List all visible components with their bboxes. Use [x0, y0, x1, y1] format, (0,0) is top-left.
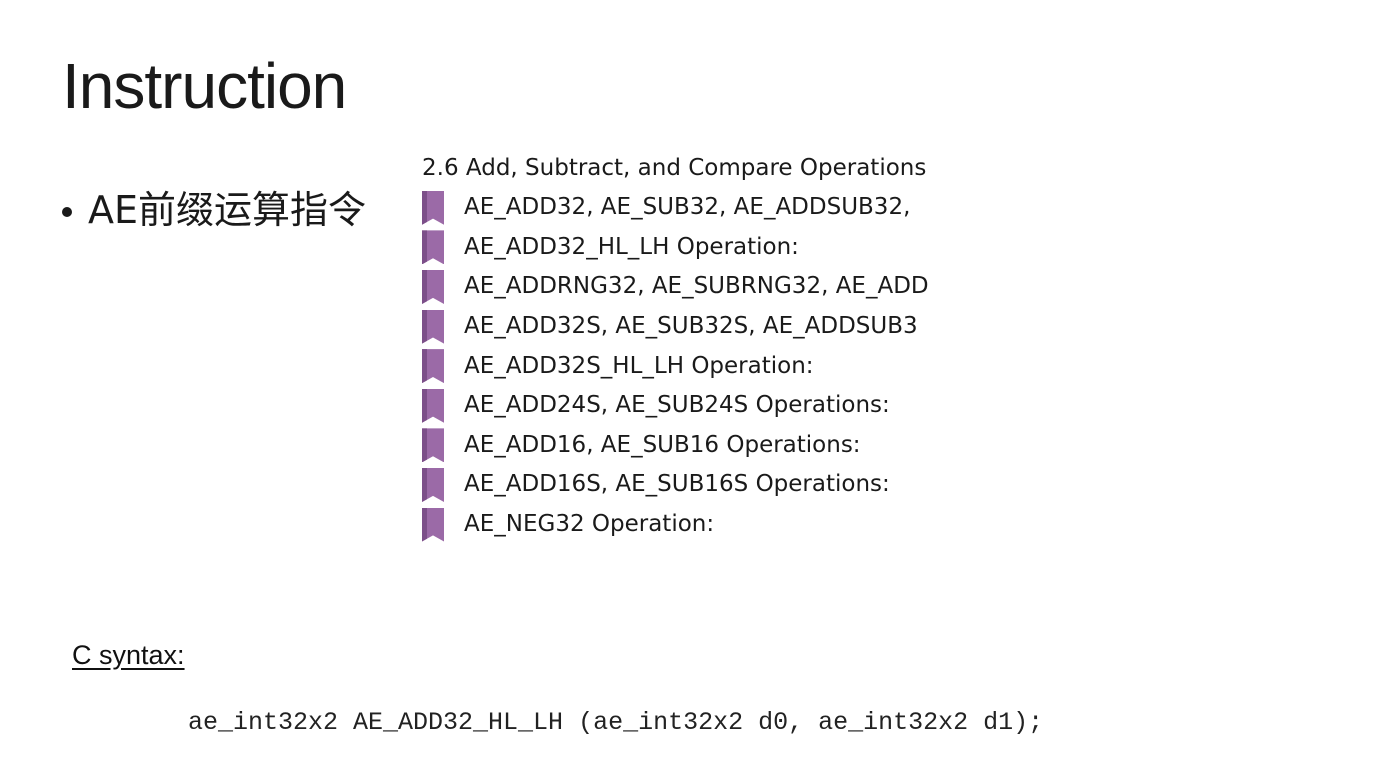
bookmark-icon [422, 190, 444, 225]
bookmark-item[interactable]: AE_ADD16S, AE_SUB16S Operations: [420, 465, 929, 505]
bookmark-label: AE_ADD24S, AE_SUB24S Operations: [464, 392, 890, 419]
bookmark-icon [422, 349, 444, 384]
c-syntax-code: ae_int32x2 AE_ADD32_HL_LH (ae_int32x2 d0… [188, 708, 1044, 737]
bookmark-item[interactable]: AE_ADD32_HL_LH Operation: [420, 228, 929, 268]
bookmark-item[interactable]: AE_ADD32S, AE_SUB32S, AE_ADDSUB3 [420, 307, 929, 347]
bookmark-panel: 2.6 Add, Subtract, and Compare Operation… [420, 150, 948, 542]
bookmark-icon [422, 309, 444, 344]
bookmark-item[interactable]: AE_ADD16, AE_SUB16 Operations: [420, 426, 929, 466]
bookmark-item[interactable]: AE_ADD32, AE_SUB32, AE_ADDSUB32, [420, 188, 929, 228]
bookmark-label: AE_ADDRNG32, AE_SUBRNG32, AE_ADD [464, 273, 929, 300]
bookmark-icon [422, 428, 444, 463]
bookmark-item[interactable]: AE_ADD24S, AE_SUB24S Operations: [420, 386, 929, 426]
bookmark-section-heading[interactable]: 2.6 Add, Subtract, and Compare Operation… [422, 150, 926, 186]
bookmark-item[interactable]: AE_ADD32S_HL_LH Operation: [420, 346, 929, 386]
bookmark-icon [422, 230, 444, 265]
bookmark-icon [422, 467, 444, 502]
bookmark-icon [422, 388, 444, 423]
bookmark-label: AE_ADD32, AE_SUB32, AE_ADDSUB32, [464, 194, 911, 221]
bookmark-icon [422, 507, 444, 542]
bullet-dot-icon [62, 206, 72, 217]
bookmark-item[interactable]: AE_NEG32 Operation: [420, 505, 929, 542]
bookmark-label: AE_ADD32_HL_LH Operation: [464, 233, 799, 260]
bullet-item: AE前缀运算指令 [62, 188, 366, 234]
bookmark-label: AE_ADD16, AE_SUB16 Operations: [464, 431, 861, 458]
bookmark-list: AE_ADD32, AE_SUB32, AE_ADDSUB32, AE_ADD3… [420, 188, 929, 542]
bookmark-label: AE_ADD32S_HL_LH Operation: [464, 352, 814, 379]
bookmark-label: AE_ADD32S, AE_SUB32S, AE_ADDSUB3 [464, 313, 918, 340]
c-syntax-heading: C syntax: [72, 640, 185, 670]
bullet-text: AE前缀运算指令 [88, 188, 367, 232]
bookmark-icon [422, 269, 444, 304]
bookmark-label: AE_ADD16S, AE_SUB16S Operations: [464, 471, 890, 498]
bookmark-label: AE_NEG32 Operation: [464, 511, 715, 538]
bookmark-item[interactable]: AE_ADDRNG32, AE_SUBRNG32, AE_ADD [420, 267, 929, 307]
slide-title: Instruction [62, 50, 347, 122]
